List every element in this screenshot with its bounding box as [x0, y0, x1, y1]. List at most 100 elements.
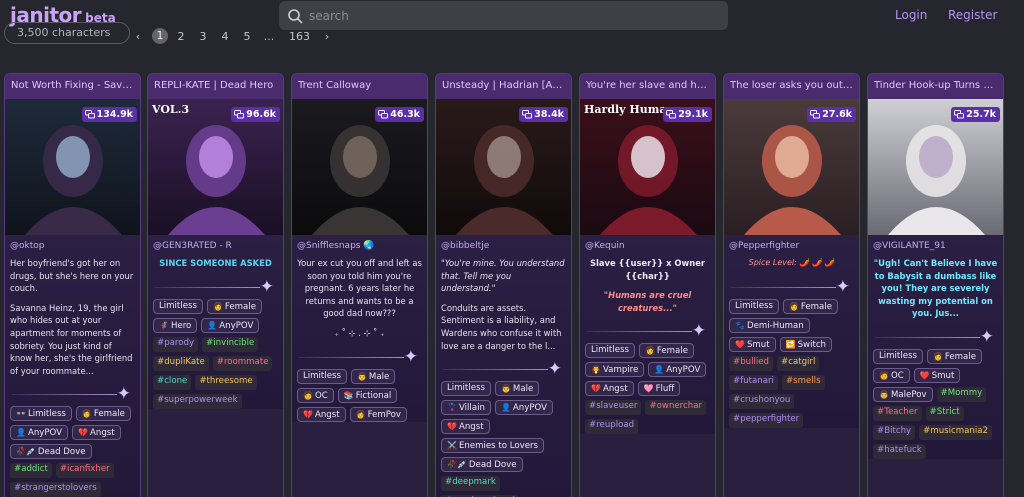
tag-chip[interactable]: 🥀💉 Dead Dove [441, 457, 523, 473]
register-link[interactable]: Register [948, 8, 997, 22]
tag-chip[interactable]: Limitless [441, 381, 491, 397]
hashtag-chip[interactable]: #Bitchy [873, 424, 916, 440]
character-card[interactable]: Trent Calloway 46.3k @Snifflesnaps 🌏 Your… [291, 73, 428, 497]
tag-chip[interactable]: 👨 Male [494, 381, 540, 397]
tag-chip[interactable]: Limitless [873, 348, 923, 364]
tag-chip[interactable]: Limitless [153, 298, 203, 314]
hashtag-chip[interactable]: #futanari [729, 374, 778, 390]
tag-chip[interactable]: 💔 Angst [585, 381, 634, 396]
tag-chip[interactable]: 🐾 Demi-Human [729, 317, 810, 333]
hashtag-chip[interactable]: #roommate [212, 355, 273, 371]
creator-link[interactable]: @oktop [10, 241, 135, 251]
tag-chip[interactable]: 🦸 Hero [153, 317, 198, 333]
hashtag-chip[interactable]: #Teacher [873, 405, 922, 421]
login-link[interactable]: Login [895, 8, 927, 22]
card-title[interactable]: Tinder Hook-up Turns Ou... [868, 74, 1003, 99]
tag-chip[interactable]: 📚 Fictional [337, 387, 398, 403]
character-card[interactable]: Tinder Hook-up Turns Ou... 25.7k @VIGILA… [867, 73, 1004, 497]
hashtag-chip[interactable]: #musicmania2 [919, 424, 992, 440]
tag-chip[interactable]: 💔 Angst [297, 406, 346, 422]
creator-link[interactable]: @Pepperfighter [729, 241, 854, 251]
card-title[interactable]: Unsteady | Hadrian [ALT] [436, 74, 571, 99]
character-card[interactable]: The loser asks you out ||... 27.6k @Pepp… [723, 73, 860, 497]
tag-chip[interactable]: 👨 MalePov [873, 386, 933, 402]
character-image[interactable]: 134.9k [5, 99, 140, 235]
page-5[interactable]: 5 [240, 30, 254, 43]
tag-chip[interactable]: Limitless [729, 298, 779, 314]
hashtag-chip[interactable]: #ownerchar [645, 400, 706, 415]
hashtag-chip[interactable]: #dupliKate [153, 355, 209, 371]
hashtag-chip[interactable]: #reupload [585, 419, 639, 434]
page-163[interactable]: 163 [289, 30, 310, 43]
tag-chip[interactable]: ❤️ Smut [913, 367, 961, 383]
tag-chip[interactable]: 👩 Female [926, 348, 982, 364]
hashtag-chip[interactable]: #slaveuser [585, 400, 642, 415]
hashtag-chip[interactable]: #bullied [729, 355, 774, 371]
card-title[interactable]: You're her slave and her ... [580, 74, 715, 99]
creator-link[interactable]: @VIGILANTE_91 [873, 241, 998, 251]
tag-chip[interactable]: 🧑 OC [297, 387, 334, 403]
prev-page-button[interactable]: ‹ [131, 30, 145, 43]
character-card[interactable]: Not Worth Fixing - Savan... 134.9k @okto… [4, 73, 141, 497]
hashtag-chip[interactable]: #Mommy [936, 386, 987, 402]
character-card[interactable]: REPLI-KATE | Dead Hero VOL.3 96.6k @GEN3… [147, 73, 284, 497]
hashtag-chip[interactable]: #smells [781, 374, 825, 390]
creator-link[interactable]: @Snifflesnaps 🌏 [297, 241, 422, 251]
tag-chip[interactable]: 💔 Angst [72, 425, 121, 441]
search-bar[interactable] [279, 1, 728, 30]
character-card[interactable]: You're her slave and her ... Hardly Huma… [579, 73, 716, 497]
page-4[interactable]: 4 [218, 30, 232, 43]
tag-chip[interactable]: 🔁 Switch [779, 336, 833, 352]
tag-chip[interactable]: 👤 AnyPOV [494, 400, 553, 416]
card-title[interactable]: Trent Calloway [292, 74, 427, 99]
tag-chip[interactable]: 👩 FemPov [349, 406, 407, 422]
page-3[interactable]: 3 [196, 30, 210, 43]
hashtag-chip[interactable]: #invincible [202, 336, 259, 352]
creator-link[interactable]: @GEN3RATED - R [153, 241, 278, 251]
hashtag-chip[interactable]: #addict [10, 463, 52, 479]
character-card[interactable]: Unsteady | Hadrian [ALT] 38.4k @bibbeltj… [435, 73, 572, 497]
page-1[interactable]: 1 [152, 28, 168, 44]
character-image[interactable]: 27.6k [724, 99, 859, 235]
tag-chip[interactable]: ⚔️ Enemies to Lovers [441, 438, 545, 454]
hashtag-chip[interactable]: #parody [153, 336, 199, 352]
hashtag-chip[interactable]: #Strict [925, 405, 964, 421]
page-2[interactable]: 2 [174, 30, 188, 43]
card-title[interactable]: The loser asks you out ||... [724, 74, 859, 99]
character-image[interactable]: 46.3k [292, 99, 427, 235]
tag-chip[interactable]: 💔 Angst [441, 419, 490, 435]
hashtag-chip[interactable]: #icanfixher [55, 463, 114, 479]
tag-chip[interactable]: Limitless [297, 368, 347, 384]
tag-chip[interactable]: Limitless [585, 343, 635, 358]
hashtag-chip[interactable]: #deepmark [441, 476, 500, 492]
hashtag-chip[interactable]: #clone [153, 374, 192, 390]
tag-chip[interactable]: 🦹 Villain [441, 400, 491, 416]
tag-chip[interactable]: 🧛 Vampire [585, 362, 645, 377]
tag-chip[interactable]: 👤 AnyPOV [648, 362, 707, 377]
character-image[interactable]: 38.4k [436, 99, 571, 235]
tag-chip[interactable]: 🥀💉 Dead Dove [10, 444, 92, 460]
creator-link[interactable]: @Kequin [585, 241, 710, 251]
tag-chip[interactable]: ❤️ Smut [729, 336, 776, 352]
tag-chip[interactable]: 👤 AnyPOV [201, 317, 260, 333]
hashtag-chip[interactable]: #superpowerweek [153, 393, 242, 409]
card-title[interactable]: REPLI-KATE | Dead Hero [148, 74, 283, 99]
tag-chip[interactable]: 👨 Male [350, 368, 396, 384]
tag-chip[interactable]: 👤 AnyPOV [10, 425, 69, 441]
search-input[interactable] [309, 8, 709, 23]
hashtag-chip[interactable]: #pepperfighter [729, 412, 804, 428]
hashtag-chip[interactable]: #strangerstolovers [10, 482, 101, 497]
hashtag-chip[interactable]: #hatefuck [873, 443, 926, 459]
tag-chip[interactable]: 👩 Female [206, 298, 262, 314]
tag-chip[interactable]: 👓 Limitless [10, 406, 72, 422]
tag-chip[interactable]: 👩 Female [638, 343, 694, 358]
tag-chip[interactable]: 🩷 Fluff [637, 381, 681, 396]
tag-chip[interactable]: 👩 Female [75, 406, 131, 422]
character-image[interactable]: Hardly Human 29.1k [580, 99, 715, 235]
tag-chip[interactable]: 👩 Female [782, 298, 838, 314]
hashtag-chip[interactable]: #threesome [195, 374, 257, 390]
hashtag-chip[interactable]: #crushonyou [729, 393, 795, 409]
character-image[interactable]: 25.7k [868, 99, 1003, 235]
next-page-button[interactable]: › [320, 30, 334, 43]
hashtag-chip[interactable]: #catgirl [777, 355, 820, 371]
